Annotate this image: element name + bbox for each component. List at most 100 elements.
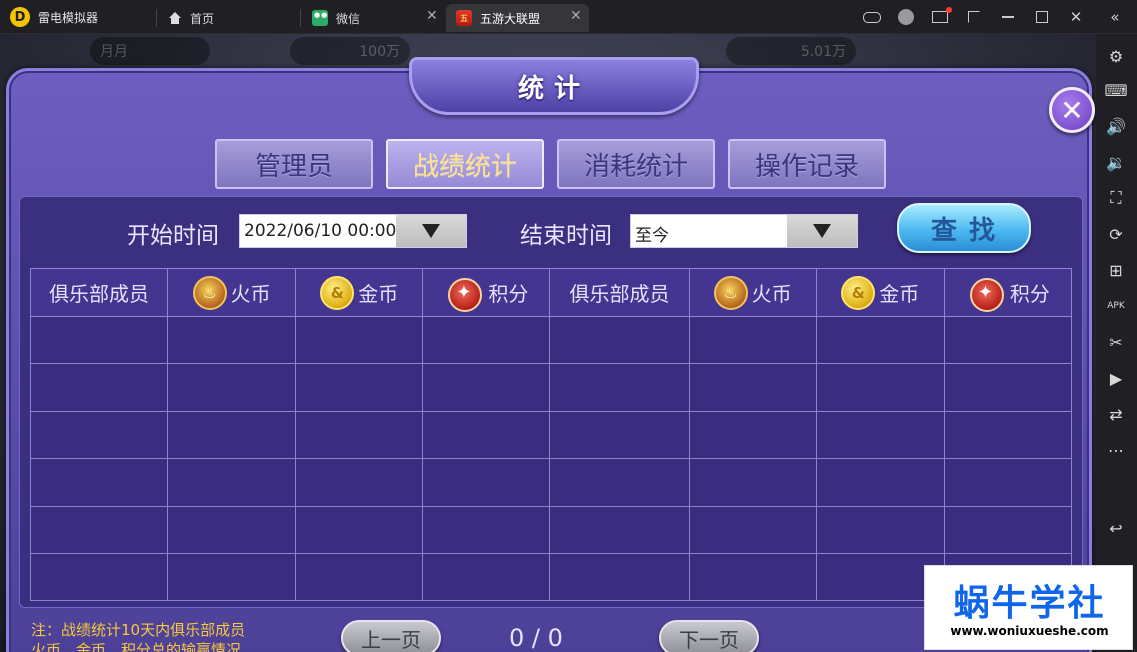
- table-cell: [688, 458, 817, 507]
- end-time-label: 结束时间: [520, 223, 612, 249]
- close-icon: ✕: [1069, 8, 1083, 26]
- col-header-label: 积分: [1009, 282, 1050, 306]
- gold-coin-icon: &: [320, 275, 355, 310]
- tab-admin-label: 管理员: [254, 151, 333, 182]
- watermark-logo: 蜗牛学社 www.woniuxueshe.com: [924, 565, 1133, 650]
- minimize-icon: [1002, 16, 1014, 18]
- col-header-label: 俱乐部成员: [569, 282, 670, 306]
- volume-up-icon[interactable]: 🔊: [1104, 114, 1128, 138]
- page-indicator: 0 / 0: [509, 624, 563, 652]
- col-header-label: 积分: [488, 282, 529, 306]
- tab-admin[interactable]: 管理员: [215, 139, 373, 189]
- table-cell: [815, 410, 945, 460]
- add-app-icon[interactable]: ⊞: [1104, 258, 1128, 282]
- title-bar: D 雷电模拟器 首页 微信 ✕ 五 五游大联盟 ✕ ✕ «: [0, 0, 1137, 34]
- sync-icon[interactable]: ⇄: [1104, 402, 1128, 426]
- table-cell: [167, 410, 297, 460]
- table-cell: [943, 363, 1073, 412]
- close-window-button[interactable]: ✕: [1059, 0, 1093, 34]
- table-body: [29, 315, 1073, 602]
- restore-icon: [968, 11, 980, 23]
- tab-home-label: 首页: [190, 11, 215, 26]
- bg-coins-right: 5.01万: [726, 37, 856, 65]
- table-cell: [422, 458, 551, 507]
- screenshot-icon[interactable]: ⛶: [1104, 186, 1128, 210]
- table-cell: [688, 315, 817, 365]
- tab-wechat[interactable]: 微信: [302, 4, 442, 32]
- tab-operation-log-label: 操作记录: [754, 151, 859, 182]
- start-time-select[interactable]: 2022/06/10 00:00: [239, 214, 467, 248]
- volume-down-icon[interactable]: 🔉: [1104, 150, 1128, 174]
- scissors-icon[interactable]: ✂: [1104, 330, 1128, 354]
- start-time-value: 2022/06/10 00:00: [244, 221, 397, 241]
- stats-note: 注：战绩统计10天内俱乐部成员 火币、金币、积分总的输赢情况: [31, 620, 245, 652]
- account-button[interactable]: [889, 0, 923, 34]
- end-time-value: 至今: [635, 226, 669, 246]
- tab-game-close-icon[interactable]: ✕: [570, 8, 582, 24]
- collapse-sidebar-button[interactable]: «: [1093, 0, 1137, 34]
- stats-table: 俱乐部成员 ♨火币 &金币 积分 俱乐部成员 ♨火币 &金币 积分: [29, 268, 1073, 602]
- rotate-icon[interactable]: ⟳: [1104, 222, 1128, 246]
- keyboard-icon[interactable]: ⌨: [1104, 78, 1128, 102]
- table-cell: [943, 315, 1073, 365]
- tab-game[interactable]: 五 五游大联盟: [446, 4, 589, 32]
- table-cell: [549, 505, 690, 554]
- prev-page-button[interactable]: 上一页: [341, 620, 441, 652]
- table-cell: [295, 458, 424, 507]
- bg-coins-left: 100万: [290, 37, 410, 65]
- table-cell: [295, 315, 424, 365]
- apk-icon[interactable]: APK: [1104, 294, 1128, 318]
- next-page-button[interactable]: 下一页: [659, 620, 759, 652]
- tab-consumption-stats[interactable]: 消耗统计: [557, 139, 715, 189]
- table-row: [29, 410, 1073, 460]
- minimize-button[interactable]: [991, 0, 1025, 34]
- col-header-fire-coin: ♨ 火币: [688, 268, 817, 317]
- search-button[interactable]: 查找: [897, 203, 1031, 253]
- table-cell: [167, 552, 297, 602]
- table-row: [29, 505, 1073, 554]
- table-cell: [167, 315, 297, 365]
- col-header-member: 俱乐部成员: [29, 268, 169, 317]
- points-icon: [444, 276, 484, 312]
- tab-consumption-stats-label: 消耗统计: [583, 151, 688, 182]
- table-cell: [167, 363, 297, 412]
- dropdown-arrow-icon[interactable]: [787, 215, 857, 247]
- tab-wechat-label: 微信: [336, 11, 361, 26]
- table-cell: [422, 410, 551, 460]
- settings-icon[interactable]: ⚙: [1104, 44, 1128, 68]
- mail-button[interactable]: [923, 0, 957, 34]
- table-cell: [549, 315, 690, 365]
- emulator-sidebar: ⚙ ⌨ 🔊 🔉 ⛶ ⟳ ⊞ APK ✂ ▶ ⇄ ⋯ ↩: [1096, 34, 1137, 652]
- end-time-select[interactable]: 至今: [630, 214, 858, 248]
- window-controls: ✕ «: [855, 0, 1137, 34]
- more-icon[interactable]: ⋯: [1104, 438, 1128, 462]
- video-icon[interactable]: ▶: [1104, 366, 1128, 390]
- dialog-close-button[interactable]: ✕: [1049, 87, 1095, 133]
- table-row: [29, 458, 1073, 507]
- tab-wechat-close-icon[interactable]: ✕: [426, 8, 438, 24]
- col-header-gold-coin: & 金币: [815, 268, 945, 317]
- prev-page-label: 上一页: [361, 627, 421, 652]
- tab-record-stats[interactable]: 战绩统计: [386, 139, 544, 189]
- col-header-label: 火币: [230, 282, 271, 306]
- table-row: [29, 552, 1073, 602]
- maximize-button[interactable]: [1025, 0, 1059, 34]
- col-header-member: 俱乐部成员: [549, 268, 690, 317]
- col-header-points: 积分: [422, 268, 551, 317]
- tab-home[interactable]: 首页: [158, 4, 298, 32]
- dialog-title-plate: 统计: [409, 57, 699, 115]
- bg-player-name: 月月: [90, 37, 210, 65]
- table-cell: [688, 410, 817, 460]
- start-time-label: 开始时间: [127, 223, 219, 249]
- game-icon: 五: [456, 10, 472, 26]
- table-cell: [688, 552, 817, 602]
- dropdown-arrow-icon[interactable]: [396, 215, 466, 247]
- back-icon[interactable]: ↩: [1104, 516, 1128, 540]
- ldplayer-logo-icon: D: [10, 7, 30, 27]
- tab-operation-log[interactable]: 操作记录: [728, 139, 886, 189]
- table-cell: [29, 363, 169, 412]
- dialog-title: 统计: [517, 73, 590, 104]
- restore-button[interactable]: [957, 0, 991, 34]
- gamepad-button[interactable]: [855, 0, 889, 34]
- table-row: [29, 363, 1073, 412]
